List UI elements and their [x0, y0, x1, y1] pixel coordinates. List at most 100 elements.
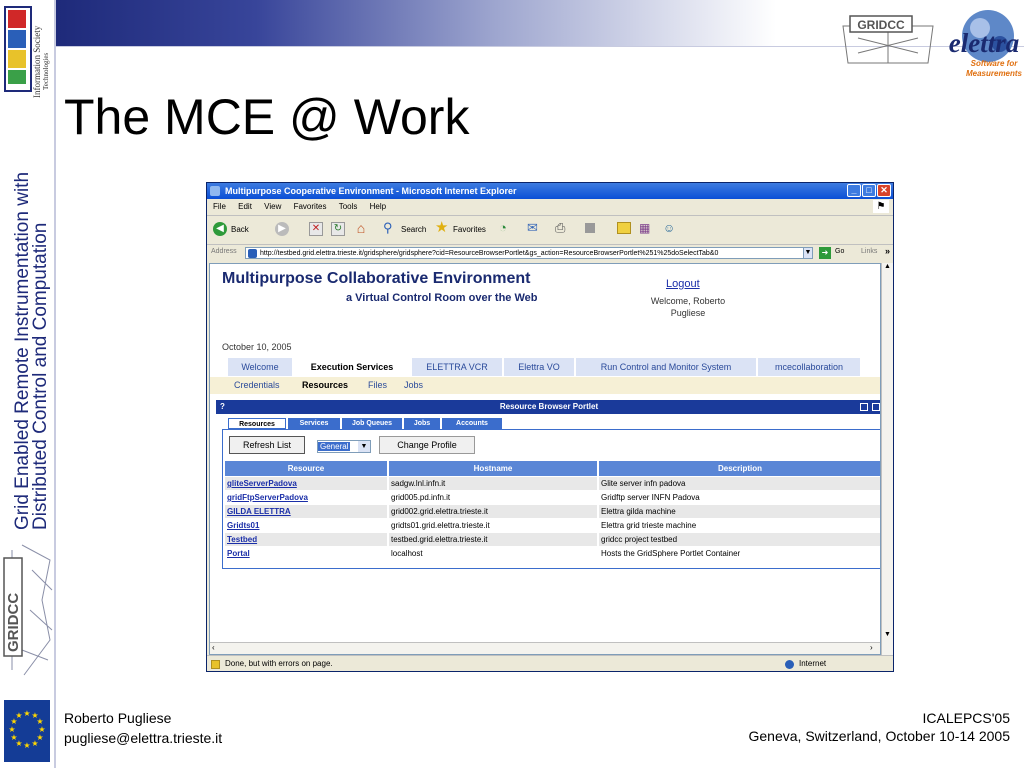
- description-cell: Glite server infn padova: [599, 477, 880, 490]
- resource-link[interactable]: GILDA ELETTRA: [225, 505, 387, 518]
- refresh-icon[interactable]: ↻: [331, 222, 345, 236]
- resource-link[interactable]: gridFtpServerPadova: [225, 491, 387, 504]
- back-arrow-icon[interactable]: ◀: [213, 222, 227, 236]
- resource-link[interactable]: Gridts01: [225, 519, 387, 532]
- address-dropdown-icon[interactable]: ▼: [803, 247, 813, 259]
- tab-run-control[interactable]: Run Control and Monitor System: [576, 358, 756, 376]
- refresh-list-button[interactable]: Refresh List: [229, 436, 305, 454]
- page-icon: [248, 249, 257, 258]
- tab-mcecollaboration[interactable]: mcecollaboration: [758, 358, 860, 376]
- resource-link[interactable]: Testbed: [225, 533, 387, 546]
- links-label[interactable]: Links: [861, 248, 877, 255]
- home-icon[interactable]: ⌂: [353, 220, 369, 236]
- links-chevron-icon[interactable]: »: [885, 246, 890, 256]
- ie-titlebar: Multipurpose Cooperative Environment - M…: [207, 183, 893, 199]
- stop-icon[interactable]: ✕: [309, 222, 323, 236]
- svg-text:★: ★: [31, 739, 38, 748]
- menu-view[interactable]: View: [264, 202, 281, 211]
- subtab-credentials[interactable]: Credentials: [234, 377, 280, 393]
- subtab-resources[interactable]: Resources: [302, 377, 348, 393]
- sub-tabs: Credentials Resources Files Jobs: [210, 377, 880, 394]
- profile-select[interactable]: General ▼: [317, 440, 371, 453]
- portlet-minimize-icon[interactable]: [860, 403, 868, 411]
- folder-icon[interactable]: [617, 222, 631, 234]
- subtab-files[interactable]: Files: [368, 377, 387, 393]
- mail-icon[interactable]: ✉: [527, 220, 543, 236]
- tab-elettra-vo[interactable]: Elettra VO: [504, 358, 574, 376]
- forward-arrow-icon[interactable]: ▶: [275, 222, 289, 236]
- ist-label: Information Society Technologies: [32, 25, 50, 98]
- ptab-jobs[interactable]: Jobs: [404, 418, 440, 429]
- col-resource[interactable]: Resource: [225, 461, 387, 476]
- menu-file[interactable]: File: [213, 202, 226, 211]
- portlet-titlebar: ? Resource Browser Portlet: [216, 400, 880, 414]
- back-button-label[interactable]: Back: [231, 225, 249, 234]
- favorites-star-icon[interactable]: ★: [435, 219, 451, 237]
- description-cell: Elettra gilda machine: [599, 505, 880, 518]
- favorites-button-label[interactable]: Favorites: [453, 225, 486, 234]
- logout-link[interactable]: Logout: [666, 278, 700, 290]
- tab-elettra-vcr[interactable]: ELETTRA VCR: [412, 358, 502, 376]
- elettra-logo: elettra Software for Measurements: [949, 10, 1023, 78]
- menu-help[interactable]: Help: [370, 202, 386, 211]
- messenger-icon[interactable]: ☺: [663, 220, 679, 236]
- select-chevron-down-icon[interactable]: ▼: [358, 441, 370, 452]
- hostname-cell: gridts01.grid.elettra.trieste.it: [391, 521, 490, 530]
- print-icon[interactable]: ⎙: [555, 220, 571, 236]
- menu-tools[interactable]: Tools: [339, 202, 358, 211]
- gridcc-logo: GRIDCC: [842, 15, 934, 64]
- address-input[interactable]: http://testbed.grid.elettra.trieste.it/g…: [245, 247, 811, 259]
- scroll-left-icon[interactable]: ‹: [212, 643, 215, 652]
- ptab-job-queues[interactable]: Job Queues: [342, 418, 402, 429]
- scroll-up-icon[interactable]: ▲: [884, 263, 891, 270]
- portlet-maximize-icon[interactable]: [872, 403, 880, 411]
- ie-app-icon: [210, 186, 220, 196]
- ptab-accounts[interactable]: Accounts: [442, 418, 502, 429]
- go-arrow-icon[interactable]: ➜: [819, 247, 831, 259]
- footer-author: Roberto Pugliese: [64, 710, 172, 726]
- description-cell: Hosts the GridSphere Portlet Container: [601, 549, 741, 558]
- hostname-cell: grid002.grid.elettra.trieste.it: [389, 505, 597, 518]
- history-icon[interactable]: ◔: [499, 220, 515, 236]
- ptab-services[interactable]: Services: [288, 418, 340, 429]
- tab-welcome[interactable]: Welcome: [228, 358, 292, 376]
- portlet-body: Refresh List General ▼ Change Profile Re…: [222, 429, 880, 569]
- ptab-resources[interactable]: Resources: [228, 418, 286, 429]
- resource-link[interactable]: gliteServerPadova: [225, 477, 387, 490]
- close-button[interactable]: ✕: [877, 184, 891, 197]
- page-heading: Multipurpose Collaborative Environment: [222, 270, 531, 287]
- edit-icon[interactable]: [585, 223, 595, 233]
- menu-edit[interactable]: Edit: [238, 202, 252, 211]
- footer-conference: ICALEPCS'05: [922, 710, 1011, 726]
- description-cell: gridcc project testbed: [599, 533, 880, 546]
- research-icon[interactable]: ▦: [639, 220, 655, 236]
- col-description[interactable]: Description: [599, 461, 880, 476]
- error-page-icon[interactable]: [211, 660, 220, 669]
- maximize-button[interactable]: □: [862, 184, 876, 197]
- scroll-down-icon[interactable]: ▼: [884, 631, 891, 638]
- horizontal-scrollbar[interactable]: ‹ ›: [210, 642, 880, 654]
- ist-square-blue: [8, 30, 26, 48]
- table-header-row: Resource Hostname Description: [225, 461, 880, 476]
- scroll-right-icon[interactable]: ›: [870, 643, 873, 652]
- table-row: gliteServerPadova sadgw.lnl.infn.it Glit…: [225, 477, 880, 490]
- table-row: Gridts01 gridts01.grid.elettra.trieste.i…: [225, 519, 880, 532]
- search-button-label[interactable]: Search: [401, 225, 426, 234]
- ie-toolbar: ◀ Back ▶ ✕ ↻ ⌂ ⚲ Search ★ Favorites ◔ ✉ …: [207, 216, 893, 245]
- table-row: Testbed testbed.grid.elettra.trieste.it …: [225, 533, 880, 546]
- table-row: gridFtpServerPadova grid005.pd.infn.it G…: [225, 491, 880, 504]
- address-url: http://testbed.grid.elettra.trieste.it/g…: [260, 250, 719, 257]
- elettra-tagline-line2: Measurements: [966, 69, 1023, 78]
- search-icon[interactable]: ⚲: [383, 220, 399, 236]
- menu-favorites[interactable]: Favorites: [294, 202, 327, 211]
- go-button-label[interactable]: Go: [835, 248, 844, 255]
- resources-table: Resource Hostname Description gliteServe…: [223, 460, 880, 561]
- tab-execution-services[interactable]: Execution Services: [294, 358, 410, 376]
- change-profile-button[interactable]: Change Profile: [379, 436, 475, 454]
- minimize-button[interactable]: _: [847, 184, 861, 197]
- resource-link[interactable]: Portal: [225, 547, 387, 560]
- col-hostname[interactable]: Hostname: [389, 461, 597, 476]
- page-date: October 10, 2005: [222, 342, 292, 352]
- subtab-jobs[interactable]: Jobs: [404, 377, 423, 393]
- vertical-scrollbar[interactable]: ▲ ▼: [881, 263, 893, 655]
